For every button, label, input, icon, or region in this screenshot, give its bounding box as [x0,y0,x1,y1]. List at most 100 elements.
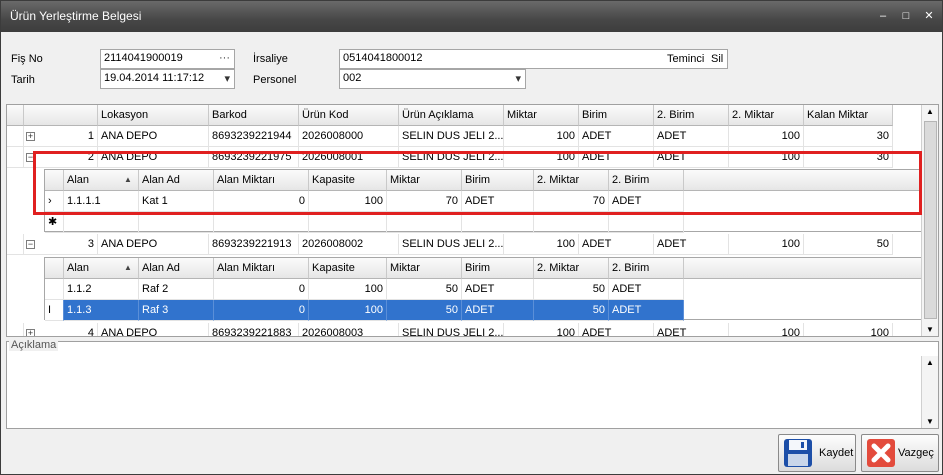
column-header: 2. Miktar [729,105,804,126]
column-header: Lokasyon [98,105,209,126]
cell-kapasite: 100 [309,300,387,321]
table-row[interactable]: 4 ANA DEPO 8693239221883 2026008003 SELIN DU… [7,323,922,336]
scroll-thumb[interactable] [924,121,937,319]
memo-scrollbar[interactable]: ▲ ▼ [921,356,938,428]
cell-birim: ADET [462,300,534,321]
cell-kalan: 100 [804,323,893,336]
title-bar: Ürün Yerleştirme Belgesi – □ ✕ [1,1,942,32]
empty-cell [139,212,214,233]
irsaliye-label: İrsaliye [253,53,288,65]
column-header: Kapasite [309,258,387,279]
vazgec-button[interactable]: Vazgeç [861,434,939,472]
column-header: Alan Miktarı [214,258,309,279]
vazgec-label: Vazgeç [898,447,934,459]
cell-kod: 2026008002 [299,234,399,255]
column-header: Miktar [504,105,579,126]
sil-button[interactable]: Sil [711,53,723,65]
cell-miktar: 100 [504,323,579,336]
teminci-button[interactable]: Teminci [667,53,704,65]
cell-birim2: ADET [609,300,684,321]
tarih-label: Tarih [11,74,35,86]
maximize-button[interactable]: □ [897,7,915,25]
empty-cell [462,212,534,233]
column-header: Ürün Kod [299,105,399,126]
window-title: Ürün Yerleştirme Belgesi [10,9,142,23]
cell-no: 4 [24,323,98,336]
column-header: Birim [462,258,534,279]
cell-birim: ADET [579,126,654,147]
table-row[interactable]: 1 ANA DEPO 8693239221944 2026008000 SELIN DU… [7,126,922,147]
tarih-field[interactable]: 19.04.2014 11:17:12 ▾ [100,69,235,89]
cell-alan_ad: Raf 3 [139,300,214,321]
chevron-down-icon[interactable]: ▾ [515,72,521,85]
cell-lokasyon: ANA DEPO [98,323,209,336]
products-grid: Lokasyon Barkod Ürün Kod Ürün Açıklama Mikta… [6,104,939,337]
cell-miktar2: 100 [729,126,804,147]
cell-alan: 1.1.3 [64,300,139,321]
grid-scrollbar[interactable]: ▲ ▼ [921,105,938,336]
close-button[interactable]: ✕ [920,7,938,25]
expand-icon[interactable]: + [26,329,35,336]
empty-cell [387,212,462,233]
table-row[interactable]: 3 ANA DEPO 8693239221913 2026008002 SELIN DU… [7,234,922,255]
cell-barkod: 8693239221944 [209,126,299,147]
detail-header: Alan Alan Ad Alan Miktarı Kapasite Miktar Bir… [45,258,928,279]
header-filler [684,258,928,279]
expand-icon[interactable]: + [26,132,35,141]
minimize-button[interactable]: – [874,7,892,25]
fis-no-value: 2114041900019 [104,52,183,64]
row-indicator [7,126,24,147]
column-header: 2. Miktar [534,258,609,279]
scroll-up-icon[interactable]: ▲ [926,107,934,116]
cell-aciklama: SELIN DUS JELI 2... [399,234,504,255]
new-row[interactable]: ✱ [45,212,684,233]
irsaliye-field[interactable]: 0514041800012 Teminci Sil [339,49,728,69]
empty-cell [309,212,387,233]
kaydet-label: Kaydet [819,447,854,459]
chevron-down-icon[interactable]: ▾ [224,72,230,85]
cell-no: 1 [24,126,98,147]
cell-lokasyon: ANA DEPO [98,234,209,255]
cell-alan: 1.1.2 [64,279,139,300]
search-icon [45,258,64,279]
detail-grid: Alan Alan Ad Alan Miktarı Kapasite Miktar Bir… [44,257,928,321]
column-header: 2. Birim [654,105,729,126]
cell-no: 3 [24,234,98,255]
cell-miktar2: 50 [534,279,609,300]
scroll-down-icon[interactable]: ▼ [926,325,934,334]
scroll-up-icon[interactable]: ▲ [926,358,934,367]
empty-cell [534,212,609,233]
column-header: 2. Birim [609,258,684,279]
cell-barkod: 8693239221883 [209,323,299,336]
scroll-down-icon[interactable]: ▼ [926,417,934,426]
fis-no-field[interactable]: 2114041900019 ··· [100,49,235,69]
column-header [7,105,24,126]
cell-birim2: ADET [654,234,729,255]
cell-miktar: 100 [504,234,579,255]
column-header: Barkod [209,105,299,126]
cell-kod: 2026008003 [299,323,399,336]
column-header: Birim [579,105,654,126]
window: Ürün Yerleştirme Belgesi – □ ✕ Fiş No 21… [0,0,943,475]
row-indicator [7,323,24,336]
collapse-icon[interactable]: − [26,240,35,249]
cancel-x-icon [867,439,895,467]
cell-miktar: 50 [387,279,462,300]
detail-row[interactable]: I 1.1.3 Raf 3 0 100 50 ADET 50 ADET [45,300,684,321]
fis-no-ellipsis-button[interactable]: ··· [219,52,230,64]
grid-header: Lokasyon Barkod Ürün Kod Ürün Açıklama Mikta… [7,105,922,126]
row-indicator [7,234,24,255]
cell-alan_miktari: 0 [214,279,309,300]
row-indicator [45,279,64,300]
cell-aciklama: SELIN DUS JELI 2... [399,323,504,336]
detail-row[interactable]: 1.1.2 Raf 2 0 100 50 ADET 50 ADET [45,279,684,300]
sort-asc-icon[interactable]: ▲ [124,258,132,278]
personel-field[interactable]: 002 ▾ [339,69,526,89]
empty-cell [64,212,139,233]
kaydet-button[interactable]: Kaydet [778,434,856,472]
save-disk-icon [784,439,812,467]
aciklama-memo[interactable]: Açıklama ▲ ▼ [6,339,939,429]
cell-lokasyon: ANA DEPO [98,126,209,147]
cell-kod: 2026008000 [299,126,399,147]
cell-birim: ADET [579,323,654,336]
